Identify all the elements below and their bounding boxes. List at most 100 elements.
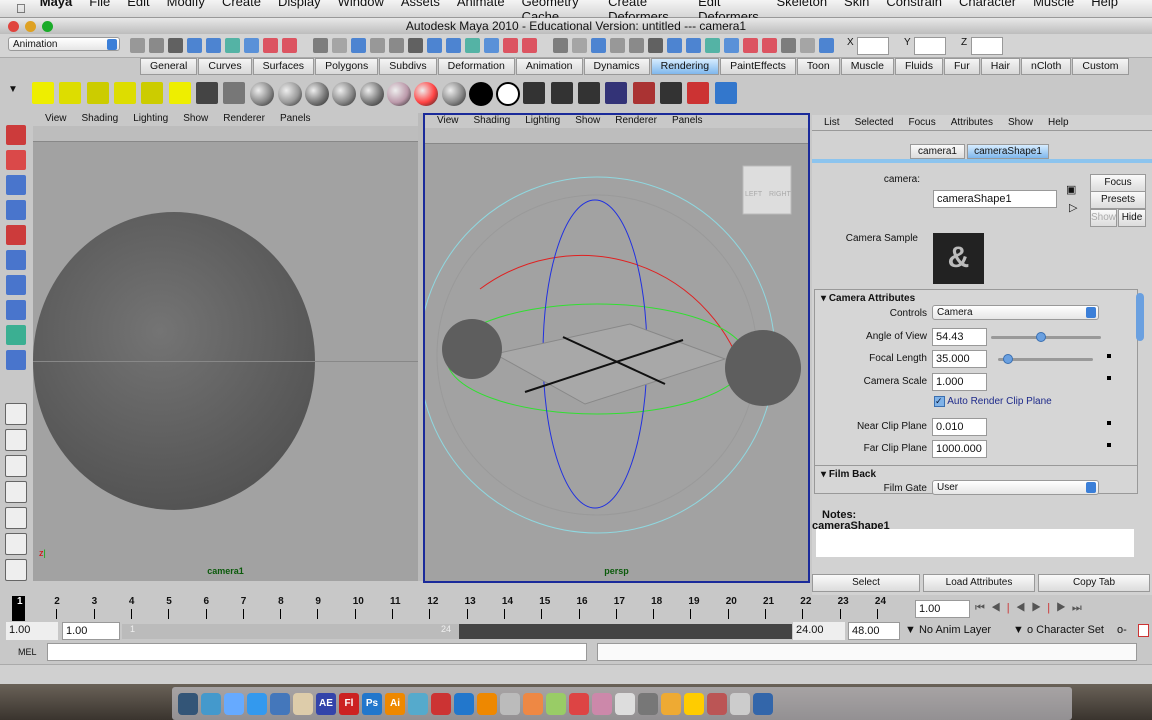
status-tool-icon[interactable] [206,38,221,53]
dock-app-icon[interactable] [615,692,635,715]
light-shelf-icon[interactable] [59,82,82,104]
dock-app-icon[interactable] [247,692,267,715]
tab-camera1[interactable]: camera1 [910,144,965,159]
auto-render-clip-checkbox[interactable]: ✓ Auto Render Clip Plane [934,396,1052,407]
shelf-tab-toon[interactable]: Toon [796,58,840,75]
tool-icon[interactable] [6,300,26,320]
status-tool-icon[interactable] [130,38,145,53]
controls-dropdown[interactable]: Camera [932,305,1099,320]
status-tool-icon[interactable] [686,38,701,53]
dock-app-icon[interactable] [569,692,589,715]
ae-menu-selected[interactable]: Selected [855,115,894,130]
status-tool-icon[interactable] [282,38,297,53]
status-tool-icon[interactable] [648,38,663,53]
status-tool-icon[interactable] [465,38,480,53]
light-shelf-icon[interactable] [168,82,191,104]
ae-scrollbar[interactable] [1136,293,1144,341]
dock-app-ae[interactable]: AE [316,692,336,715]
preferences-icon[interactable] [1138,624,1149,637]
far-clip-field[interactable]: 1000.000 [932,440,987,458]
material-sphere-icon[interactable] [468,82,493,106]
copy-tab-button[interactable]: Copy Tab [1038,574,1150,592]
tool-icon[interactable] [6,200,26,220]
material-sphere-icon[interactable] [496,82,521,106]
panel-menu-panels[interactable]: Panels [280,113,311,126]
ae-menu-attributes[interactable]: Attributes [951,115,993,130]
status-tool-icon[interactable] [389,38,404,53]
panel-menu-view[interactable]: View [437,115,459,128]
apple-icon[interactable]:  [16,1,26,16]
shelf-tab-rendering[interactable]: Rendering [650,58,720,75]
sphere-left[interactable] [442,319,502,379]
status-tool-icon[interactable] [819,38,834,53]
dock-app-icon[interactable] [293,692,313,715]
shelf-tab-general[interactable]: General [140,58,198,75]
layout-icon[interactable] [5,507,27,529]
status-tool-icon[interactable] [503,38,518,53]
shelf-tab-animation[interactable]: Animation [515,58,583,75]
ae-menu-list[interactable]: List [824,115,840,130]
status-tool-icon[interactable] [408,38,423,53]
dock-app-icon[interactable] [753,692,773,715]
load-attributes-button[interactable]: Load Attributes [923,574,1035,592]
camera-scale-field[interactable]: 1.000 [932,373,987,391]
anim-layer-dropdown[interactable]: ▼ No Anim Layer [905,624,991,636]
panel-menu-show[interactable]: Show [575,115,600,128]
tool-icon[interactable] [6,325,26,345]
status-tool-icon[interactable] [244,38,259,53]
material-sphere-icon[interactable] [305,82,329,106]
near-clip-field[interactable]: 0.010 [932,418,987,436]
shelf-tab-hair[interactable]: Hair [980,58,1020,75]
film-back-header[interactable]: ▾ Film Back [821,469,876,480]
angle-of-view-slider[interactable] [991,332,1101,342]
auto-key-icon[interactable]: o- [1117,624,1127,636]
status-tool-icon[interactable] [168,38,183,53]
dock-app-icon[interactable] [661,692,681,715]
dock-app-fl[interactable]: Fl [339,692,359,715]
shelf-tab-dynamics[interactable]: Dynamics [583,58,650,75]
panel-menu-shading[interactable]: Shading [474,115,511,128]
render-shelf-icon[interactable] [223,82,246,104]
viewport-view[interactable]: z| camera1 [33,142,418,581]
focal-length-field[interactable]: 35.000 [932,350,987,368]
playback-controls[interactable]: ⏮◀|◀▶|▶⏭ [975,602,1088,615]
playback-end-field[interactable]: 24.00 [793,622,845,640]
material-sphere-icon[interactable] [250,82,275,106]
y-field[interactable] [914,37,946,55]
command-input[interactable] [47,643,587,661]
mel-label[interactable]: MEL [18,647,37,657]
panel-menu-shading[interactable]: Shading [82,113,119,126]
tool-shelf-icon[interactable] [550,82,573,104]
playback-start-field[interactable]: 1.00 [62,622,120,640]
focal-length-slider[interactable] [998,354,1093,364]
status-tool-icon[interactable] [705,38,720,53]
status-tool-icon[interactable] [572,38,587,53]
status-tool-icon[interactable] [781,38,796,53]
shelf-tab-subdivs[interactable]: Subdivs [379,58,437,75]
shelf-tab-deformation[interactable]: Deformation [437,58,515,75]
dock-app-icon[interactable] [408,692,428,715]
output-connection-icon[interactable]: ▷ [1069,201,1077,214]
time-slider[interactable]: 1 2 3 4 5 6 7 8 9 10 11 12 13 14 15 16 17 18 19 20 21 22 23 24 [0,595,915,622]
layout-icon[interactable] [5,429,27,451]
status-tool-icon[interactable] [313,38,328,53]
material-sphere-icon[interactable] [414,82,439,106]
status-tool-icon[interactable] [332,38,347,53]
ae-menu-show[interactable]: Show [1008,115,1033,130]
layout-icon[interactable] [5,559,27,581]
dock-app-icon[interactable] [707,692,727,715]
tool-icon[interactable] [6,275,26,295]
dock-app-icon[interactable] [592,692,612,715]
status-tool-icon[interactable] [522,38,537,53]
status-tool-icon[interactable] [263,38,278,53]
layout-icon[interactable] [5,403,27,425]
status-tool-icon[interactable] [427,38,442,53]
status-tool-icon[interactable] [553,38,568,53]
light-shelf-icon[interactable] [32,82,54,104]
material-sphere-icon[interactable] [332,82,357,106]
layout-icon[interactable] [5,533,27,555]
tool-shelf-icon[interactable] [659,82,682,104]
layout-icon[interactable] [5,455,27,477]
status-tool-icon[interactable] [591,38,606,53]
node-name-field[interactable]: cameraShape1 [933,190,1057,208]
